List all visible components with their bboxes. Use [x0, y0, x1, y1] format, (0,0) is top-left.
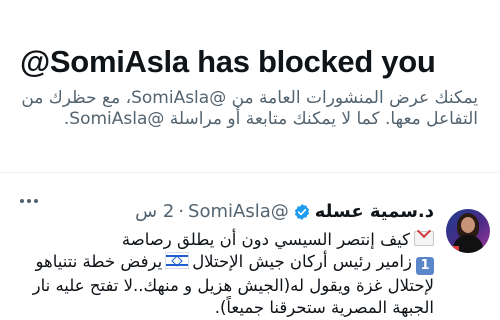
separator-dot: ·	[178, 201, 185, 222]
blocked-headline: @SomiAsla has blocked you	[20, 44, 436, 79]
tweet-line-text: كيف إنتصر السيسي دون أن يطلق رصاصة	[121, 230, 410, 249]
more-dot	[27, 199, 31, 203]
tweet-line-2: 1زامير رئيس أركان جيش الإحتلال يرفض خطة ن…	[14, 251, 434, 275]
timestamp[interactable]: 2 س	[135, 201, 174, 222]
display-name[interactable]: د.سمية عسله	[315, 201, 434, 222]
tweet-line-4: الجبهة المصرية ستحرقنا جميعاً).	[214, 298, 434, 317]
tweet-header: د.سمية عسله @SomiAsla · 2 س	[135, 201, 434, 222]
tweet-line-text: زامير رئيس أركان جيش الإحتلال	[192, 252, 412, 271]
flag-star	[171, 255, 183, 267]
verified-badge-icon	[294, 203, 309, 220]
blocked-description: يمكنك عرض المنشورات العامة من @SomiAsla،…	[21, 88, 478, 129]
tweet-line-text: يرفض خطة نتنياهو	[35, 252, 163, 271]
tweet-text: كيف إنتصر السيسي دون أن يطلق رصاصة 1زامي…	[14, 229, 434, 319]
avatar-face	[461, 217, 475, 233]
israel-flag-icon	[165, 252, 190, 269]
avatar-badge	[450, 246, 459, 251]
incoming-envelope-icon	[414, 231, 434, 246]
avatar[interactable]	[446, 209, 490, 253]
more-dot	[20, 199, 24, 203]
tweet-line-3: لإحتلال غزة ويقول له(الجيش هزيل و منهك..…	[32, 276, 434, 295]
more-dot	[34, 199, 38, 203]
keycap-one-icon: 1	[416, 257, 434, 275]
more-options-icon[interactable]	[20, 199, 38, 203]
tweet-line-1: كيف إنتصر السيسي دون أن يطلق رصاصة	[14, 229, 434, 251]
tweet-card[interactable]: د.سمية عسله @SomiAsla · 2 س كيف إنتصر ال…	[0, 173, 500, 320]
handle[interactable]: @SomiAsla	[188, 201, 289, 222]
